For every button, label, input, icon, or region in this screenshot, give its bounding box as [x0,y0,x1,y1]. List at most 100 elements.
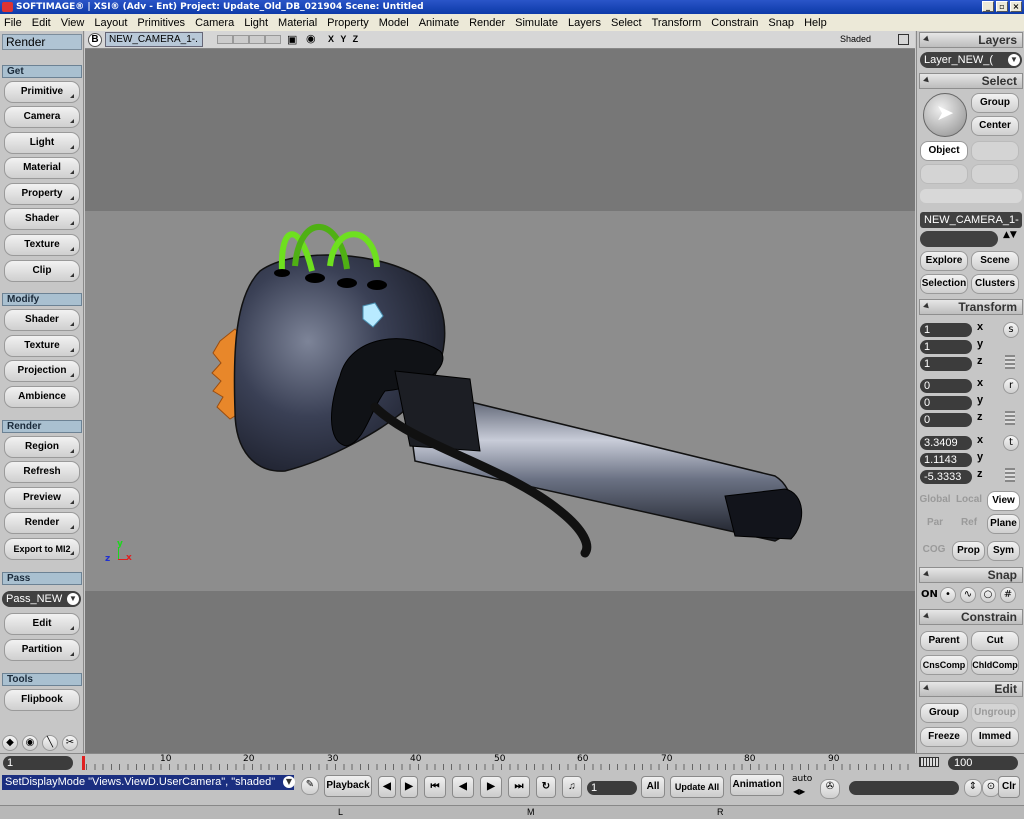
updown-arrows-icon[interactable]: ▲▼ [1003,230,1017,240]
close-button[interactable]: × [1010,1,1022,12]
menu-camera[interactable]: Camera [195,17,234,29]
rotate-x-field[interactable]: 0 [920,379,972,393]
rotate-lock-icon[interactable] [1005,411,1015,425]
texture-button[interactable]: Texture [4,234,80,256]
render-button[interactable]: Render [4,512,80,534]
explore-button[interactable]: Explore [920,251,968,271]
menu-layout[interactable]: Layout [94,17,127,29]
maximize-viewport-icon[interactable] [898,34,909,45]
auto-key-toggle[interactable]: auto [792,774,812,784]
menu-simulate[interactable]: Simulate [515,17,558,29]
selection-button[interactable]: Selection [920,274,968,294]
clear-button[interactable]: Clr [998,776,1020,798]
toolbar-title[interactable]: Render [2,34,82,50]
section-get[interactable]: Get [2,65,82,78]
render-toolbar-icon[interactable]: ◉ [22,735,38,751]
paint-toolbar-icon[interactable]: ╲ [42,735,58,751]
translate-y-field[interactable]: 1.1143 [920,453,972,467]
prev-frame-button[interactable]: ◀ [378,776,396,798]
snap-surface-icon[interactable]: ○ [980,587,996,603]
local-button[interactable]: Local [952,491,986,511]
transform-header[interactable]: Transform [919,299,1023,315]
shader-button[interactable]: Shader [4,208,80,230]
translate-z-field[interactable]: -5.3333 [920,470,972,484]
axis-toggles[interactable]: X Y Z [328,34,360,44]
last-frame-button[interactable]: ⏭ [508,776,530,798]
constrain-header[interactable]: Constrain [919,609,1023,625]
layer-dropdown[interactable]: Layer_NEW_(▼ [920,52,1022,68]
menu-help[interactable]: Help [804,17,827,29]
modify-texture-button[interactable]: Texture [4,335,80,357]
preview-button[interactable]: Preview [4,487,80,509]
section-modify[interactable]: Modify [2,293,82,306]
animate-toolbar-icon[interactable]: ✂ [62,735,78,751]
cog-button[interactable]: COG [918,541,950,561]
edit-header[interactable]: Edit [919,681,1023,697]
material-button[interactable]: Material [4,157,80,179]
rotate-y-field[interactable]: 0 [920,396,972,410]
menu-model[interactable]: Model [379,17,409,29]
play-forward-button[interactable]: ▶ [480,776,502,798]
menu-render[interactable]: Render [469,17,505,29]
object-select-button[interactable]: Object [920,141,968,161]
play-backward-button[interactable]: ◀ [452,776,474,798]
empty-select-button-1[interactable] [971,141,1019,161]
export-mi2-button[interactable]: Export to MI2 [4,538,80,560]
current-frame-field[interactable]: 1 [587,781,637,795]
clip-button[interactable]: Clip [4,260,80,282]
selection-field[interactable]: NEW_CAMERA_1- [920,212,1022,228]
translate-lock-icon[interactable] [1005,468,1015,482]
light-button[interactable]: Light [4,132,80,154]
first-frame-button[interactable]: ⏮ [424,776,446,798]
camera-icon[interactable]: ▣ [287,33,297,46]
select-header[interactable]: Select [919,73,1023,89]
translate-x-field[interactable]: 3.3409 [920,436,972,450]
modify-shader-button[interactable]: Shader [4,309,80,331]
end-frame-field[interactable]: 100 [948,756,1018,770]
sym-button[interactable]: Sym [987,541,1020,561]
chldcomp-button[interactable]: ChldComp [971,655,1019,675]
eye-icon[interactable]: ◉ [306,32,316,45]
par-button[interactable]: Par [918,514,952,534]
cut-button[interactable]: Cut [971,631,1019,651]
snap-curve-icon[interactable]: ∿ [960,587,976,603]
camera-button[interactable]: Camera [4,106,80,128]
scale-lock-icon[interactable] [1005,355,1015,369]
partition-button[interactable]: Partition [4,639,80,661]
rotate-icon[interactable]: r [1003,378,1019,394]
section-tools[interactable]: Tools [2,673,82,686]
region-button[interactable]: Region [4,436,80,458]
menu-animate[interactable]: Animate [419,17,459,29]
ref-button[interactable]: Ref [952,514,986,534]
script-editor-icon[interactable]: ✎ [301,777,319,795]
parent-button[interactable]: Parent [920,631,968,651]
snap-grid-icon[interactable]: # [1000,587,1016,603]
clusters-button[interactable]: Clusters [971,274,1019,294]
menu-snap[interactable]: Snap [768,17,794,29]
playback-button[interactable]: Playback [324,775,372,797]
rotate-z-field[interactable]: 0 [920,413,972,427]
animation-button[interactable]: Animation [730,774,784,796]
select-arrow-icon[interactable]: ➤ [923,93,967,137]
edit-group-button[interactable]: Group [920,703,968,723]
scene-button[interactable]: Scene [971,251,1019,271]
menu-material[interactable]: Material [278,17,317,29]
section-pass[interactable]: Pass [2,572,82,585]
scale-y-field[interactable]: 1 [920,340,972,354]
view-button[interactable]: View [987,491,1020,511]
snap-point-icon[interactable]: • [940,587,956,603]
select-slider[interactable] [920,189,1022,203]
menu-edit[interactable]: Edit [32,17,51,29]
camera-selector[interactable]: NEW_CAMERA_1-. [105,32,203,47]
display-mode-menu[interactable]: Shaded [840,34,871,44]
plane-button[interactable]: Plane [987,514,1020,534]
ruler-icon[interactable] [919,757,939,767]
flipbook-button[interactable]: Flipbook [4,689,80,711]
pass-dropdown[interactable]: Pass_NEW ▼ [2,591,81,607]
key-arrows-icon[interactable]: ◀▶ [793,787,805,796]
all-button[interactable]: All [641,776,665,798]
snap-on-toggle[interactable]: ON [921,589,938,600]
update-all-button[interactable]: Update All [670,776,724,798]
menu-select[interactable]: Select [611,17,642,29]
prop-button[interactable]: Prop [952,541,985,561]
